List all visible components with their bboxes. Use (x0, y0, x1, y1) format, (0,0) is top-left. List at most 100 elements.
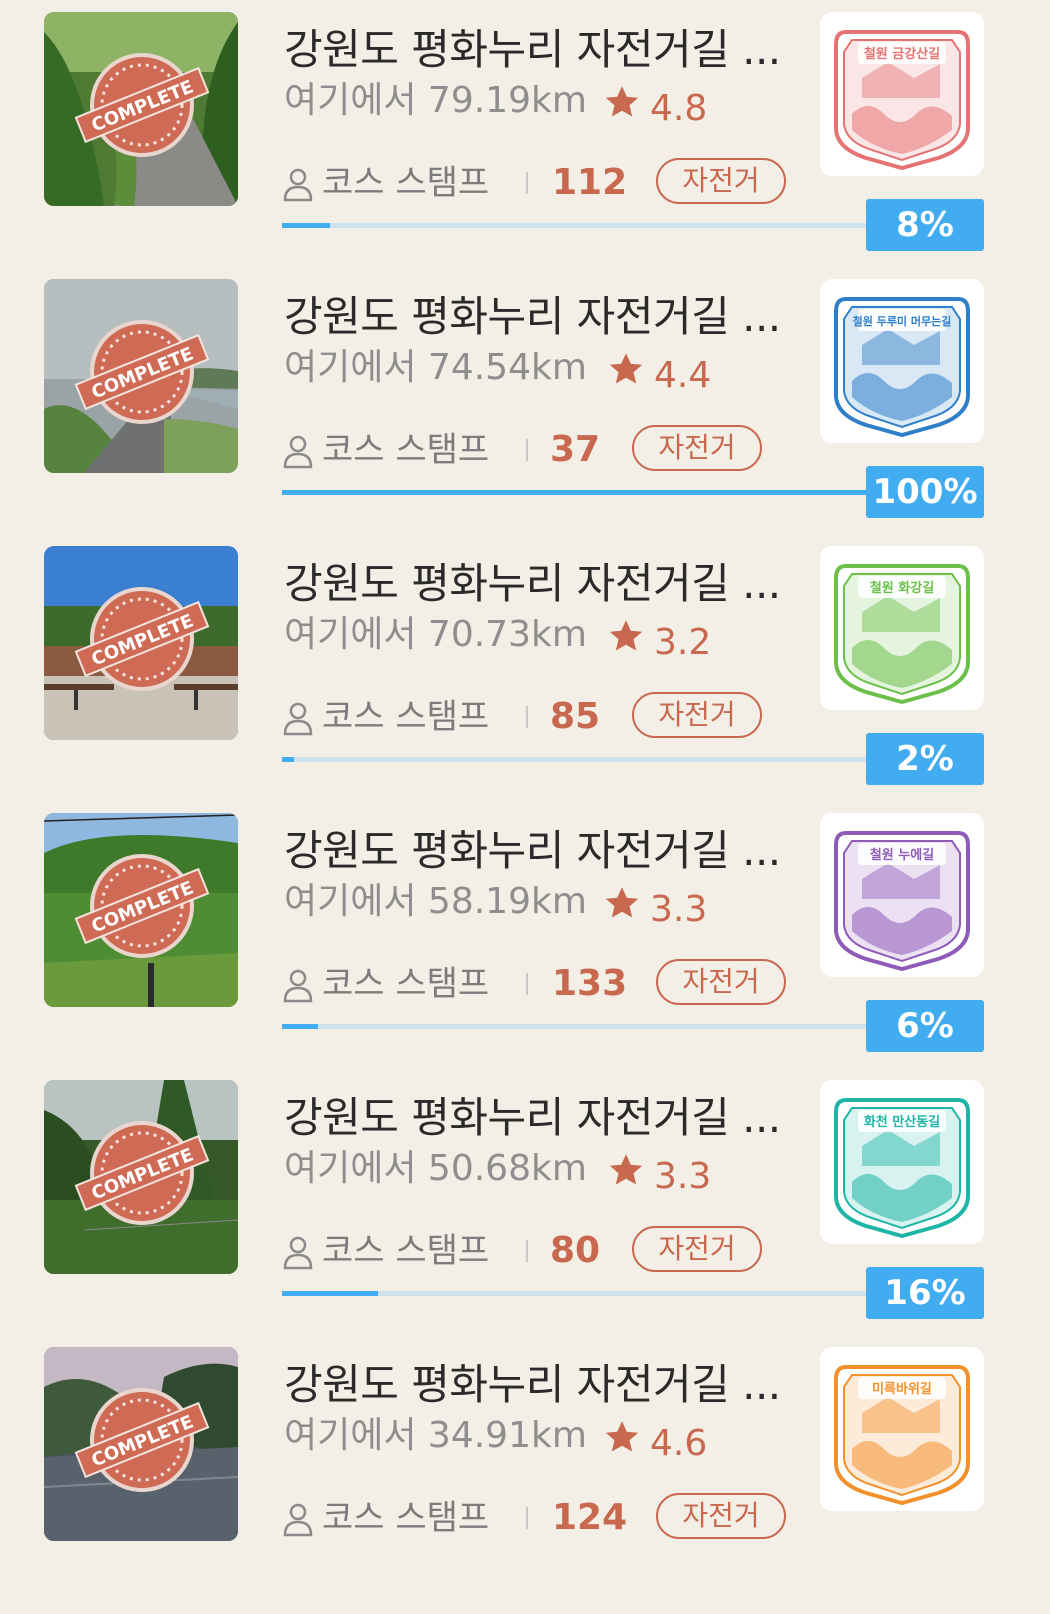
bicycle-tag[interactable]: 자전거 (656, 959, 786, 1005)
progress-percent-badge: 6% (866, 1000, 984, 1052)
course-card[interactable]: COMPLETE 강원도 평화누리 자전거길 ... 여기에서 34.91km … (0, 1347, 1050, 1614)
stamp-count: 80 (550, 1230, 601, 1271)
course-thumbnail[interactable]: COMPLETE (44, 279, 238, 473)
course-thumbnail[interactable]: COMPLETE (44, 1080, 238, 1274)
course-stamp-label: 코스 스탬프 (322, 430, 490, 470)
stamp-person-icon (283, 435, 313, 469)
course-card[interactable]: COMPLETE 강원도 평화누리 자전거길 ... 여기에서 70.73km … (0, 546, 1050, 813)
course-stamp-label: 코스 스탬프 (322, 1498, 490, 1538)
progress-track (282, 1024, 882, 1029)
course-thumbnail[interactable]: COMPLETE (44, 546, 238, 740)
course-title[interactable]: 강원도 평화누리 자전거길 ... (284, 823, 804, 879)
stamp-person-icon (283, 702, 313, 736)
progress-percent-badge: 16% (866, 1267, 984, 1319)
rating-value: 4.6 (650, 1423, 708, 1464)
bicycle-tag[interactable]: 자전거 (656, 158, 786, 204)
course-stamp-graphic: 철원 화강길 (834, 564, 970, 704)
course-title[interactable]: 강원도 평화누리 자전거길 ... (284, 1090, 804, 1146)
progress-track (282, 223, 882, 228)
stamp-count: 133 (552, 963, 628, 1004)
rating-value: 3.3 (650, 889, 708, 930)
bicycle-tag[interactable]: 자전거 (632, 692, 762, 738)
course-card[interactable]: COMPLETE 강원도 평화누리 자전거길 ... 여기에서 50.68km … (0, 1080, 1050, 1347)
divider (526, 1507, 528, 1529)
stamp-count: 112 (552, 162, 628, 203)
course-stamp-image[interactable]: 철원 화강길 (820, 546, 984, 710)
course-stamp-graphic: 철원 누에길 (834, 831, 970, 971)
course-title[interactable]: 강원도 평화누리 자전거길 ... (284, 556, 804, 612)
divider (526, 172, 528, 194)
stamp-title: 철원 화강길 (870, 580, 934, 596)
course-stamp-image[interactable]: 철원 두루미 머무는길 (820, 279, 984, 443)
course-thumbnail[interactable]: COMPLETE (44, 813, 238, 1007)
rating-value: 3.2 (654, 622, 712, 663)
course-stamp-graphic: 철원 금강산길 (834, 30, 970, 170)
stamp-title: 화천 만산동길 (864, 1114, 940, 1130)
course-stamp-label: 코스 스탬프 (322, 697, 490, 737)
course-stamp-image[interactable]: 화천 만산동길 (820, 1080, 984, 1244)
progress-fill (282, 490, 882, 495)
progress-fill (282, 1024, 318, 1029)
progress-track (282, 757, 882, 762)
star-icon (609, 1154, 643, 1185)
stamp-person-icon (283, 969, 313, 1003)
bicycle-tag[interactable]: 자전거 (632, 1226, 762, 1272)
course-stamp-graphic: 미륵바위길 (834, 1365, 970, 1505)
course-title[interactable]: 강원도 평화누리 자전거길 ... (284, 289, 804, 345)
course-stamp-graphic: 화천 만산동길 (834, 1098, 970, 1238)
course-card[interactable]: COMPLETE 강원도 평화누리 자전거길 ... 여기에서 74.54km … (0, 279, 1050, 546)
course-card[interactable]: COMPLETE 강원도 평화누리 자전거길 ... 여기에서 79.19km … (0, 12, 1050, 279)
bicycle-tag[interactable]: 자전거 (632, 425, 762, 471)
complete-stamp-icon: COMPLETE (74, 1388, 210, 1492)
progress-percent-badge: 2% (866, 733, 984, 785)
divider (526, 973, 528, 995)
course-distance: 여기에서 34.91km (284, 1415, 587, 1456)
divider (526, 706, 528, 728)
course-distance: 여기에서 74.54km (284, 347, 587, 388)
course-distance: 여기에서 50.68km (284, 1148, 587, 1189)
complete-stamp-icon: COMPLETE (74, 587, 210, 691)
stamp-title: 철원 누에길 (870, 847, 934, 863)
course-stamp-graphic: 철원 두루미 머무는길 (834, 297, 970, 437)
star-icon (609, 353, 643, 384)
stamp-count: 124 (552, 1497, 628, 1538)
stamp-person-icon (283, 168, 313, 202)
star-icon (605, 86, 639, 117)
rating-value: 3.3 (654, 1156, 712, 1197)
course-stamp-image[interactable]: 미륵바위길 (820, 1347, 984, 1511)
complete-stamp-icon: COMPLETE (74, 854, 210, 958)
rating-value: 4.8 (650, 88, 708, 129)
complete-stamp-icon: COMPLETE (74, 320, 210, 424)
course-distance: 여기에서 70.73km (284, 614, 587, 655)
stamp-title: 철원 두루미 머무는길 (853, 314, 952, 328)
course-title[interactable]: 강원도 평화누리 자전거길 ... (284, 1357, 804, 1413)
star-icon (609, 620, 643, 651)
course-list: COMPLETE 강원도 평화누리 자전거길 ... 여기에서 79.19km … (0, 0, 1050, 1602)
progress-fill (282, 757, 294, 762)
star-icon (605, 887, 639, 918)
course-distance: 여기에서 58.19km (284, 881, 587, 922)
progress-track (282, 490, 882, 495)
divider (526, 439, 528, 461)
star-icon (605, 1421, 639, 1452)
stamp-person-icon (283, 1503, 313, 1537)
course-title[interactable]: 강원도 평화누리 자전거길 ... (284, 22, 804, 78)
stamp-person-icon (283, 1236, 313, 1270)
course-stamp-label: 코스 스탬프 (322, 1231, 490, 1271)
course-card[interactable]: COMPLETE 강원도 평화누리 자전거길 ... 여기에서 58.19km … (0, 813, 1050, 1080)
course-thumbnail[interactable]: COMPLETE (44, 1347, 238, 1541)
course-stamp-image[interactable]: 철원 누에길 (820, 813, 984, 977)
stamp-count: 85 (550, 696, 601, 737)
stamp-count: 37 (550, 429, 601, 470)
progress-fill (282, 223, 330, 228)
course-distance: 여기에서 79.19km (284, 80, 587, 121)
progress-percent-badge: 8% (866, 199, 984, 251)
progress-track (282, 1291, 882, 1296)
complete-stamp-icon: COMPLETE (74, 1121, 210, 1225)
stamp-title: 미륵바위길 (872, 1381, 932, 1397)
bicycle-tag[interactable]: 자전거 (656, 1493, 786, 1539)
course-stamp-label: 코스 스탬프 (322, 163, 490, 203)
course-stamp-image[interactable]: 철원 금강산길 (820, 12, 984, 176)
rating-value: 4.4 (654, 355, 712, 396)
course-thumbnail[interactable]: COMPLETE (44, 12, 238, 206)
